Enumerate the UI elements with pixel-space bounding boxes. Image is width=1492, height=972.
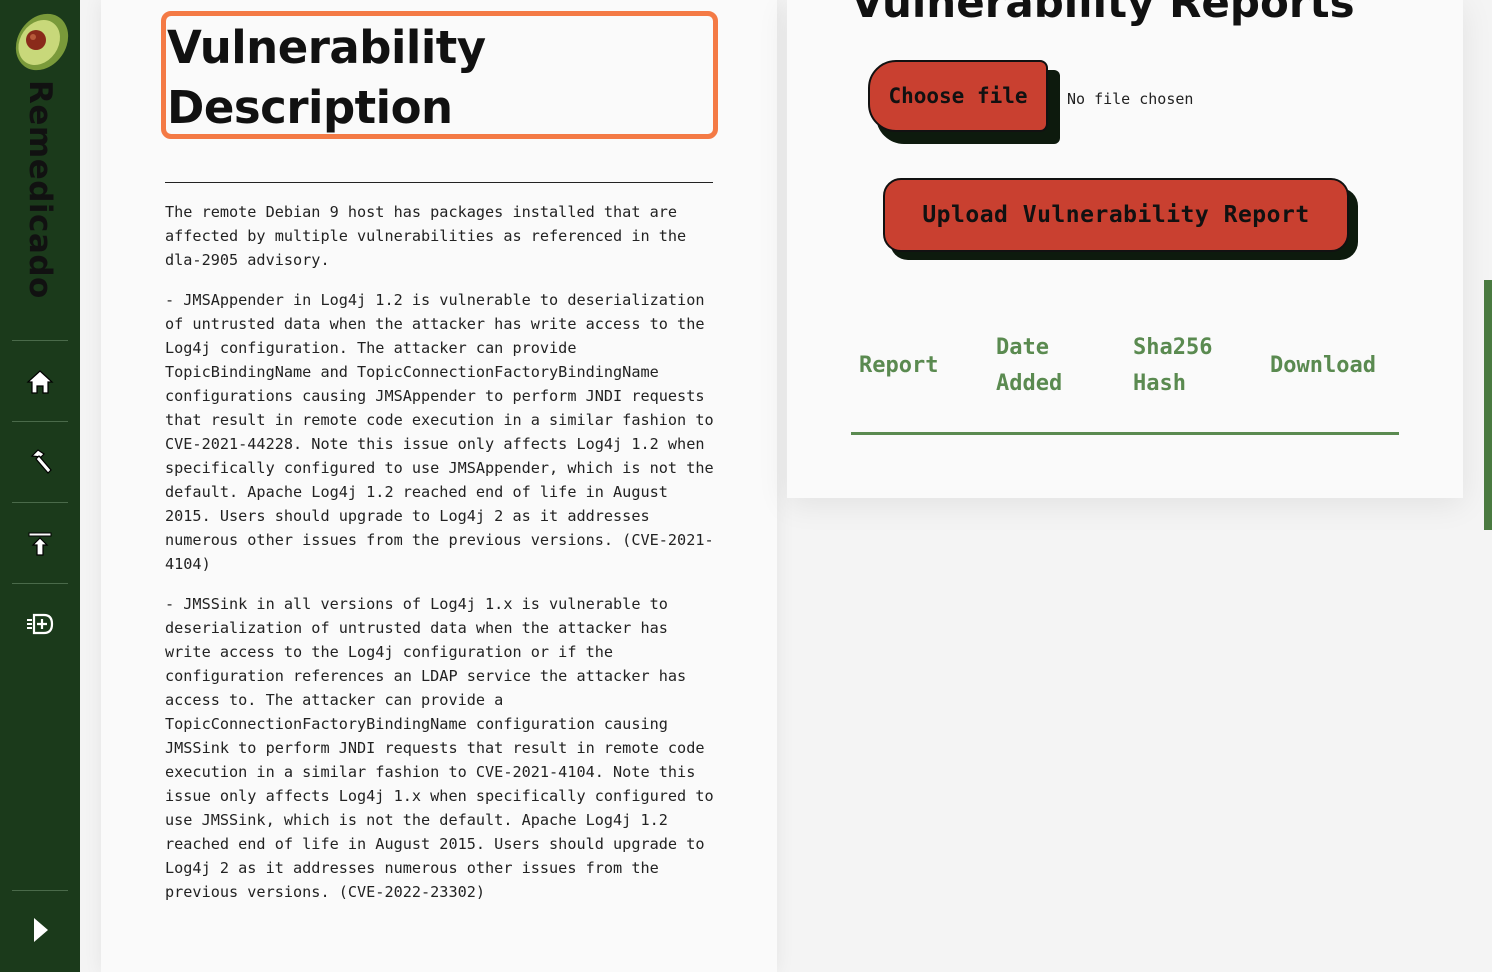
sidebar-divider xyxy=(12,583,68,584)
sidebar-expand-button[interactable] xyxy=(24,914,56,946)
column-header-label: Sha256 xyxy=(1133,335,1213,360)
column-header-sha256-hash[interactable]: Sha256 Hash xyxy=(1133,330,1212,402)
reports-title: Vulnerability Reports xyxy=(851,0,1355,27)
description-paragraph: - JMSSink in all versions of Log4j 1.x i… xyxy=(165,595,723,901)
sidebar-divider xyxy=(12,502,68,503)
scrollbar[interactable] xyxy=(1484,280,1492,530)
column-header-label: Added xyxy=(996,371,1063,396)
column-header-label: Report xyxy=(859,353,939,378)
brand-name: Remedicado xyxy=(18,80,62,300)
description-body: The remote Debian 9 host has packages in… xyxy=(165,200,717,920)
nav-upload[interactable] xyxy=(24,528,56,560)
description-paragraph: The remote Debian 9 host has packages in… xyxy=(165,203,696,269)
sidebar: Remedicado xyxy=(0,0,80,972)
description-paragraph: - JMSAppender in Log4j 1.2 is vulnerable… xyxy=(165,291,723,573)
sidebar-divider xyxy=(12,421,68,422)
upload-icon xyxy=(28,532,52,556)
table-header-divider xyxy=(851,432,1399,435)
column-header-download[interactable]: Download xyxy=(1270,348,1376,384)
brand-label: Remedicado xyxy=(22,80,58,299)
nav-add-report[interactable] xyxy=(24,608,56,640)
sidebar-divider xyxy=(12,340,68,341)
avocado-logo-icon[interactable] xyxy=(6,4,78,76)
panel-title: Vulnerability Description xyxy=(167,21,486,134)
nav-home[interactable] xyxy=(24,366,56,398)
upload-report-button[interactable]: Upload Vulnerability Report xyxy=(883,178,1349,252)
sidebar-divider xyxy=(12,890,68,891)
file-status-text: No file chosen xyxy=(1067,90,1194,108)
title-divider xyxy=(165,182,713,183)
column-header-date-added[interactable]: Date Added xyxy=(996,330,1062,402)
choose-file-button[interactable]: Choose file xyxy=(868,60,1048,132)
column-header-report[interactable]: Report xyxy=(859,348,938,384)
home-icon xyxy=(26,370,54,394)
nav-remediate[interactable] xyxy=(24,446,56,478)
column-header-label: Date xyxy=(996,335,1049,360)
vulnerability-description-panel: Vulnerability Description The remote Deb… xyxy=(101,0,777,972)
column-header-label: Hash xyxy=(1133,371,1186,396)
add-report-icon xyxy=(27,613,54,635)
vulnerability-reports-panel: Vulnerability Reports Choose file No fil… xyxy=(787,0,1463,498)
hammer-icon xyxy=(30,449,52,474)
column-header-label: Download xyxy=(1270,353,1376,378)
chevron-right-icon xyxy=(34,918,48,942)
